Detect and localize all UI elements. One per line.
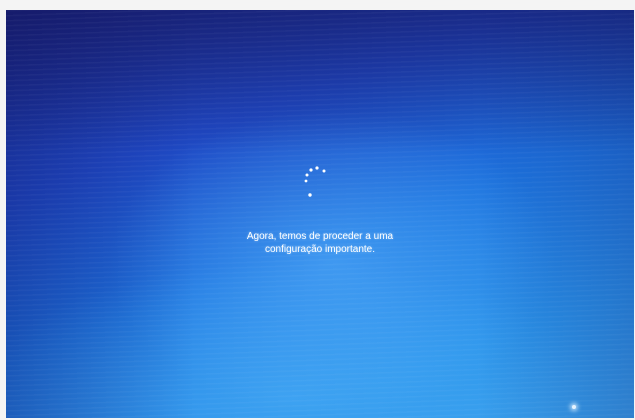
monitor-power-light: [572, 405, 576, 409]
loading-spinner-icon: [304, 166, 326, 197]
setup-message-line-1: Agora, temos de proceder a uma: [246, 231, 394, 242]
setup-message: Agora, temos de proceder a uma configura…: [170, 230, 470, 256]
setup-message-line-2: configuração importante.: [264, 244, 376, 255]
photo-frame: Agora, temos de proceder a uma configura…: [0, 0, 635, 420]
setup-screen: Agora, temos de proceder a uma configura…: [6, 10, 634, 418]
